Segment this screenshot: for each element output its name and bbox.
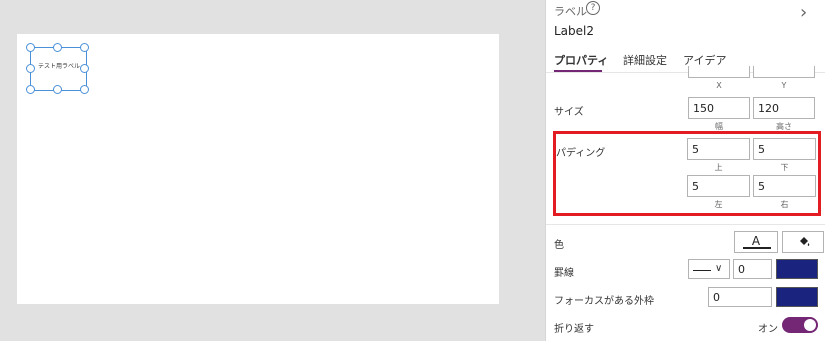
section-divider	[546, 224, 825, 225]
chevron-down-icon: ∨	[715, 263, 723, 274]
focus-border-width-input[interactable]: 0	[708, 287, 772, 307]
position-x-caption: X	[716, 81, 722, 90]
label-control-text: テスト用ラベル	[37, 63, 80, 70]
resize-handle-left[interactable]	[26, 64, 35, 73]
wrap-toggle[interactable]	[782, 317, 818, 333]
resize-handle-bottom-right[interactable]	[80, 85, 89, 94]
position-y-caption: Y	[781, 81, 787, 90]
resize-handle-top-left[interactable]	[26, 43, 35, 52]
control-type-label: ラベル	[554, 5, 587, 18]
wrap-state-label: オン	[758, 324, 778, 335]
border-label: 罫線	[554, 268, 574, 279]
position-x-input[interactable]	[688, 66, 750, 78]
wrap-label: 折り返す	[554, 324, 594, 335]
wrap-toggle-knob	[804, 319, 816, 331]
border-color-swatch[interactable]	[776, 259, 818, 279]
font-color-button[interactable]: A	[734, 231, 778, 253]
resize-handle-top[interactable]	[53, 43, 62, 52]
tab-properties[interactable]: プロパティ	[554, 52, 608, 68]
chevron-right-icon[interactable]: ›	[800, 2, 807, 23]
fill-color-button[interactable]	[782, 231, 824, 253]
focus-border-label: フォーカスがある外枠	[554, 296, 654, 307]
canvas-area: テスト用ラベル	[0, 0, 545, 341]
resize-handle-bottom-left[interactable]	[26, 85, 35, 94]
app-canvas[interactable]	[17, 34, 499, 304]
color-label: 色	[554, 240, 564, 251]
focus-border-color-swatch[interactable]	[776, 287, 818, 307]
resize-handle-bottom[interactable]	[53, 85, 62, 94]
position-y-input[interactable]	[753, 66, 815, 78]
padding-highlight-box	[553, 131, 821, 216]
paint-bucket-icon	[800, 237, 810, 246]
border-style-dropdown[interactable]: ∨	[688, 259, 730, 279]
border-width-input[interactable]: 0	[733, 259, 772, 279]
control-name[interactable]: Label2	[554, 24, 594, 38]
size-label: サイズ	[554, 107, 584, 118]
font-color-bar	[743, 247, 771, 249]
size-height-input[interactable]: 120	[753, 97, 815, 119]
font-color-icon: A	[751, 234, 761, 248]
tab-advanced[interactable]: 詳細設定	[623, 52, 667, 68]
size-width-input[interactable]: 150	[688, 97, 750, 119]
help-icon[interactable]: ?	[586, 1, 600, 15]
border-style-sample	[693, 270, 711, 271]
resize-handle-top-right[interactable]	[80, 43, 89, 52]
resize-handle-right[interactable]	[80, 64, 89, 73]
